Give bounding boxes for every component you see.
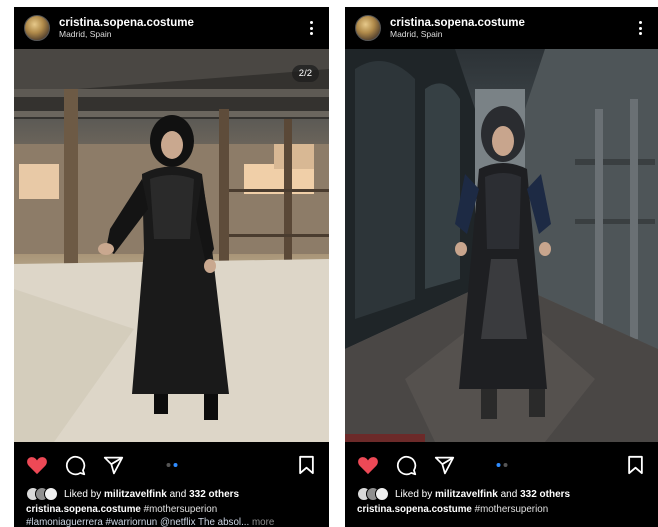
liked-by-others[interactable]: 332 others xyxy=(520,489,570,500)
post-header: cristina.sopena.costume Madrid, Spain xyxy=(14,7,329,49)
likes-summary[interactable]: Liked by militzavelfink and 332 others xyxy=(357,485,648,503)
liker-avatars xyxy=(357,487,389,501)
caption-hashtag[interactable]: #mothersuperion xyxy=(144,504,218,515)
post-header-text: cristina.sopena.costume Madrid, Spain xyxy=(390,17,525,39)
avatar[interactable] xyxy=(355,15,381,41)
more-vertical-icon[interactable] xyxy=(632,18,648,38)
caption-more-link[interactable]: more xyxy=(252,517,274,527)
liked-by-connector: and xyxy=(500,488,518,500)
liker-avatars xyxy=(26,487,58,501)
post-username[interactable]: cristina.sopena.costume xyxy=(390,17,525,30)
liked-by-connector: and xyxy=(169,488,187,500)
bookmark-icon[interactable] xyxy=(624,454,646,476)
carousel-page-counter: 2/2 xyxy=(291,65,319,82)
post-location[interactable]: Madrid, Spain xyxy=(59,29,194,39)
post-header: cristina.sopena.costume Madrid, Spain xyxy=(345,7,658,49)
instagram-post: cristina.sopena.costume Madrid, Spain xyxy=(345,7,658,527)
post-action-bar xyxy=(14,448,329,482)
liked-by-prefix: Liked by xyxy=(64,488,102,500)
comment-icon[interactable] xyxy=(395,454,417,476)
post-photo[interactable]: 2/2 xyxy=(14,49,329,442)
liked-by-user[interactable]: militzavelfink xyxy=(104,489,167,500)
avatar[interactable] xyxy=(24,15,50,41)
carousel-dots xyxy=(166,463,177,467)
send-icon[interactable] xyxy=(102,454,124,476)
post-header-text: cristina.sopena.costume Madrid, Spain xyxy=(59,17,194,39)
heart-icon[interactable] xyxy=(26,454,48,476)
caption-continuation: #lamoniaguerrera #warriornun @netflix Th… xyxy=(26,517,319,527)
likes-text: Liked by militzavelfink and 332 others xyxy=(395,489,570,500)
liked-by-others[interactable]: 332 others xyxy=(189,489,239,500)
costume-photo-illustration xyxy=(14,49,329,442)
send-icon[interactable] xyxy=(433,454,455,476)
more-vertical-icon[interactable] xyxy=(303,18,319,38)
liked-by-prefix: Liked by xyxy=(395,488,433,500)
post-photo[interactable] xyxy=(345,49,658,442)
liked-by-user[interactable]: militzavelfink xyxy=(435,489,498,500)
likes-text: Liked by militzavelfink and 332 others xyxy=(64,489,239,500)
post-username[interactable]: cristina.sopena.costume xyxy=(59,17,194,30)
post-action-bar xyxy=(345,448,658,482)
caption-username[interactable]: cristina.sopena.costume xyxy=(26,504,141,515)
likes-summary[interactable]: Liked by militzavelfink and 332 others xyxy=(26,485,319,503)
comment-icon[interactable] xyxy=(64,454,86,476)
caption-hashtag[interactable]: #mothersuperion xyxy=(475,504,549,515)
post-location[interactable]: Madrid, Spain xyxy=(390,29,525,39)
costume-concept-illustration xyxy=(345,49,658,442)
caption-text: #lamoniaguerrera #warriornun @netflix Th… xyxy=(26,517,250,527)
post-caption: cristina.sopena.costume #mothersuperion xyxy=(357,504,648,516)
caption-username[interactable]: cristina.sopena.costume xyxy=(357,504,472,515)
carousel-dots xyxy=(496,463,507,467)
heart-icon[interactable] xyxy=(357,454,379,476)
instagram-post: cristina.sopena.costume Madrid, Spain xyxy=(14,7,329,527)
bookmark-icon[interactable] xyxy=(295,454,317,476)
post-caption: cristina.sopena.costume #mothersuperion xyxy=(26,504,319,516)
